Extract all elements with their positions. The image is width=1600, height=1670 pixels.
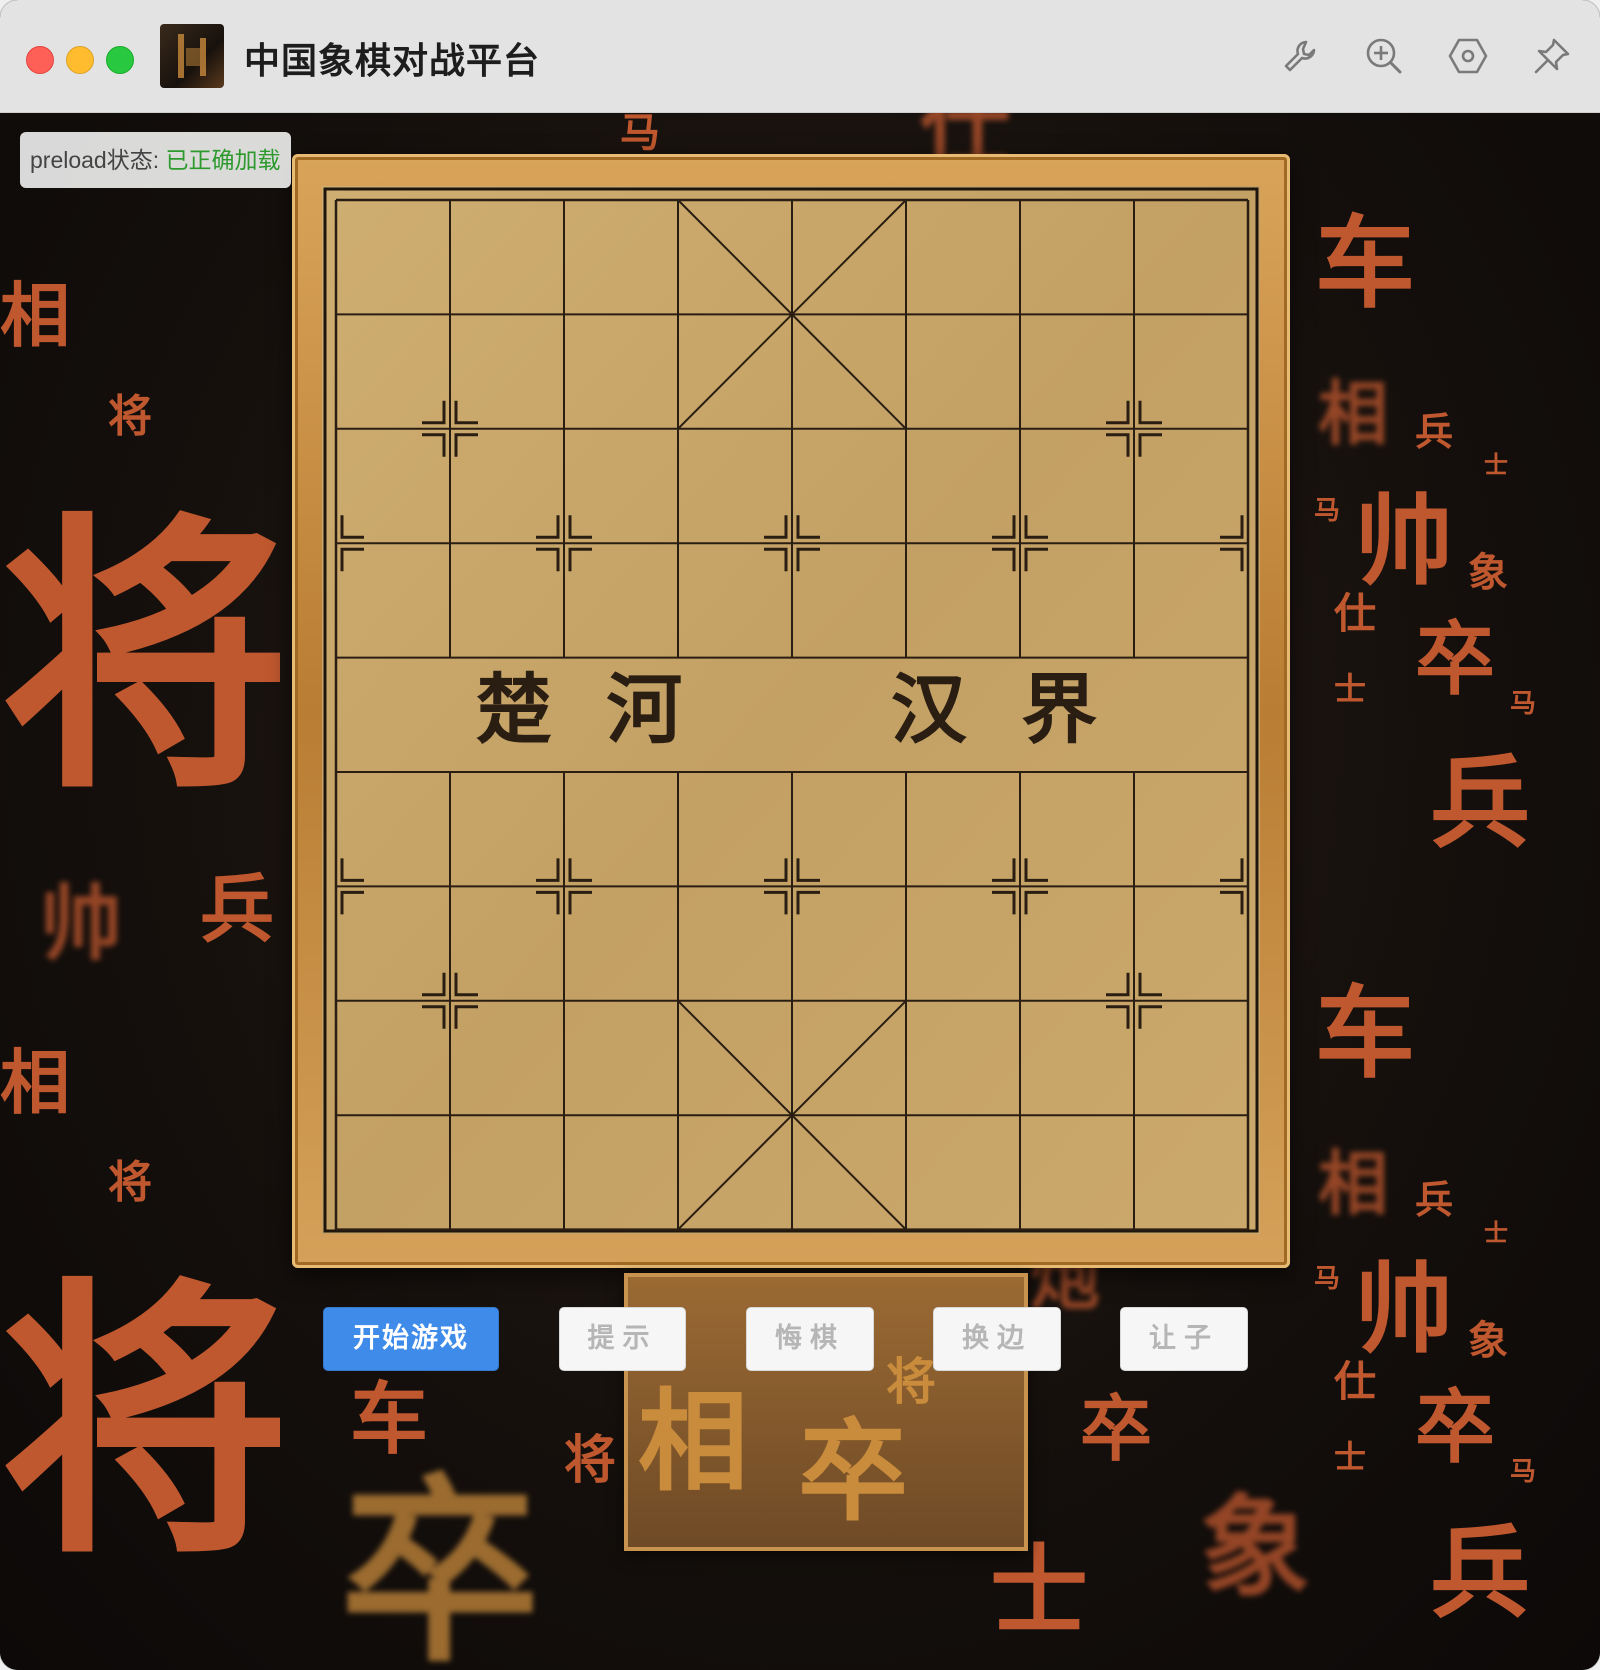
preload-status-label: preload状态: xyxy=(30,147,166,173)
bg-glyph: 帅 xyxy=(1355,484,1454,599)
bg-glyph: 刂 xyxy=(1490,133,1600,453)
bg-glyph: 卒 xyxy=(798,1407,908,1536)
app-window: 中国象棋对战平台 相 将 将 兵 帅 相 将 将 车 将 卒 士 车 相 兵 士… xyxy=(0,0,1600,1670)
close-window-button[interactable] xyxy=(26,46,54,74)
bg-glyph: 士 xyxy=(1484,450,1508,479)
bg-glyph: 卒 xyxy=(1415,1380,1495,1474)
hint-button[interactable]: 提示 xyxy=(559,1307,686,1371)
bg-glyph: 兵 xyxy=(1415,409,1454,454)
bg-glyph: 马 xyxy=(1314,496,1341,526)
zoom-in-icon[interactable] xyxy=(1362,34,1406,78)
bg-glyph: 将 xyxy=(0,488,290,828)
bg-glyph: 车 xyxy=(1315,974,1415,1092)
game-area: 相 将 将 兵 帅 相 将 将 车 将 卒 士 车 刂 相 兵 士 马 帅 象 … xyxy=(0,113,1600,1670)
bg-glyph: 将 xyxy=(108,391,152,442)
bg-glyph: 相 xyxy=(1318,1142,1388,1225)
chessboard[interactable]: 楚 河 汉 界 xyxy=(322,186,1260,1234)
river-label-left: 楚 河 xyxy=(476,665,696,754)
bg-glyph: 刂 xyxy=(1490,903,1600,1223)
bg-glyph: 相 xyxy=(0,274,70,357)
bg-glyph: 士 xyxy=(1334,1438,1367,1476)
bg-glyph: 相 xyxy=(1318,372,1388,455)
bg-glyph: 将 xyxy=(564,1430,617,1491)
chess-app-icon xyxy=(160,24,224,88)
handicap-button[interactable]: 让子 xyxy=(1120,1307,1248,1371)
minimize-window-button[interactable] xyxy=(66,46,94,74)
bg-glyph: 卒 xyxy=(1415,612,1495,706)
bg-glyph: 仕 xyxy=(1334,589,1377,638)
pin-icon[interactable] xyxy=(1530,34,1574,78)
bg-glyph: 兵 xyxy=(1430,1514,1530,1632)
bg-glyph: 马 xyxy=(1510,1457,1537,1487)
bg-glyph: 相 xyxy=(0,1041,70,1124)
bg-glyph: 帅 xyxy=(40,876,123,972)
title-bar: 中国象棋对战平台 xyxy=(0,0,1600,113)
bg-glyph: 士 xyxy=(1334,670,1367,708)
bg-glyph: 将 xyxy=(886,1352,936,1411)
bg-glyph: 士 xyxy=(990,1534,1089,1649)
bg-glyph: 兵 xyxy=(1415,1177,1454,1222)
bg-glyph: 卒 xyxy=(1080,1386,1153,1471)
preload-status: preload状态: 已正确加载 xyxy=(20,132,291,188)
bg-glyph: 帅 xyxy=(1355,1252,1454,1367)
bg-glyph: 象 xyxy=(1468,1317,1508,1364)
wrench-icon[interactable] xyxy=(1278,34,1322,78)
undo-button[interactable]: 悔棋 xyxy=(746,1307,874,1371)
bg-glyph: 将 xyxy=(108,1157,152,1208)
bg-glyph: 卒 xyxy=(340,1455,541,1670)
window-title: 中国象棋对战平台 xyxy=(244,41,541,82)
bg-glyph: 兵 xyxy=(1430,744,1530,862)
bg-glyph: 将 xyxy=(0,1253,290,1593)
bg-glyph: 马 xyxy=(1314,1264,1341,1294)
start-game-button[interactable]: 开始游戏 xyxy=(323,1307,499,1371)
settings-hexagon-icon[interactable] xyxy=(1446,34,1490,78)
bg-glyph: 兵 xyxy=(200,867,274,953)
bg-glyph: 仕 xyxy=(1334,1357,1377,1406)
bg-glyph: 马 xyxy=(620,113,660,156)
river-label-right: 汉 界 xyxy=(891,665,1111,754)
bg-glyph: 车 xyxy=(1315,204,1415,322)
bg-glyph: 马 xyxy=(1510,689,1537,719)
swap-sides-button[interactable]: 换边 xyxy=(933,1307,1061,1371)
bg-glyph: 车 xyxy=(350,1374,429,1465)
bg-glyph: 象 xyxy=(1468,549,1508,596)
bg-glyph: 士 xyxy=(1484,1218,1508,1247)
bg-glyph: 象 xyxy=(1200,1483,1310,1612)
zoom-window-button[interactable] xyxy=(106,46,134,74)
bg-glyph: 相 xyxy=(638,1377,748,1506)
preload-status-value: 已正确加载 xyxy=(165,147,281,173)
